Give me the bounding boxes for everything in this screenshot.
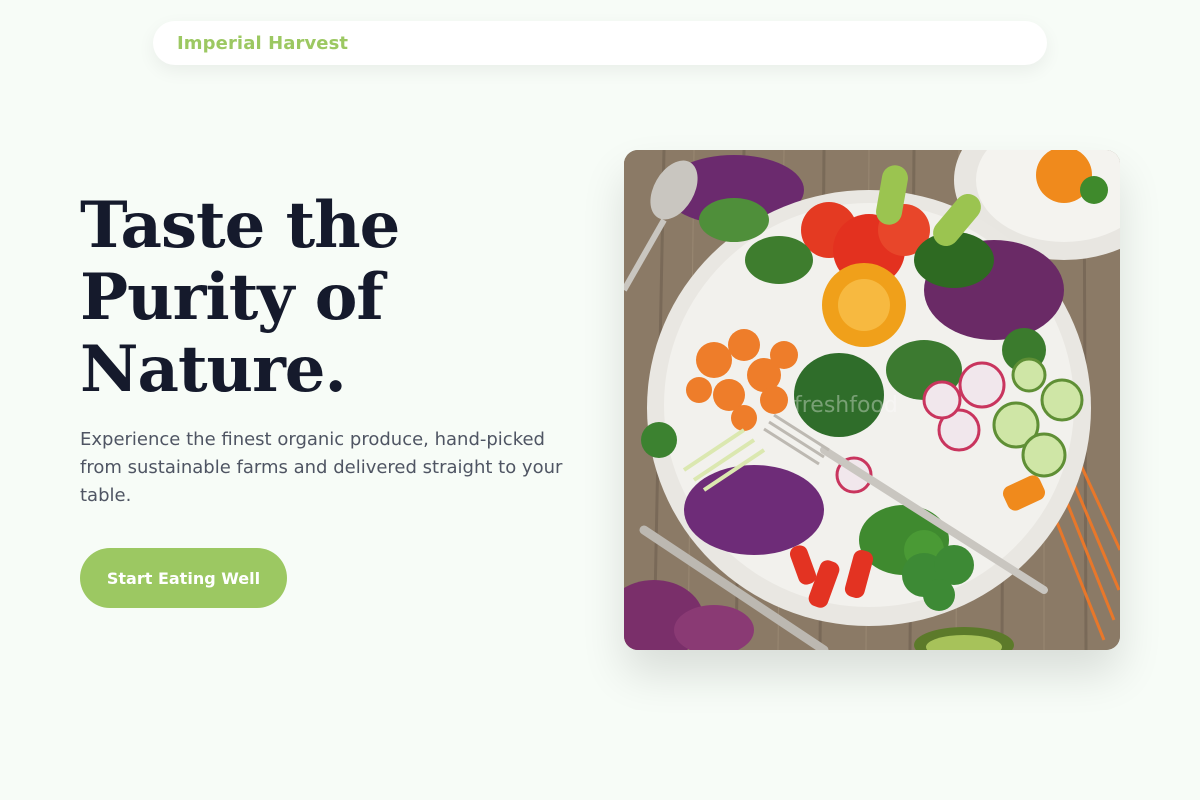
landing-page: Imperial Harvest Taste the Purity of Nat… <box>0 0 1200 800</box>
start-eating-well-button[interactable]: Start Eating Well <box>80 548 287 608</box>
brand-logo-link[interactable]: Imperial Harvest <box>177 33 348 54</box>
headline-line-1: Taste the <box>80 188 400 263</box>
top-navbar: Imperial Harvest <box>153 21 1047 65</box>
hero-headline: Taste the Purity of Nature. <box>80 190 600 406</box>
headline-line-2: Purity of <box>80 260 384 335</box>
headline-line-3: Nature. <box>80 332 347 407</box>
hero-description: Experience the finest organic produce, h… <box>80 429 563 506</box>
salad-bowl-illustration: freshfood <box>624 150 1120 650</box>
image-watermark: freshfood <box>794 393 898 418</box>
hero-text-block: Taste the Purity of Nature. Experience t… <box>80 190 600 510</box>
hero-salad-image: freshfood <box>624 150 1120 650</box>
